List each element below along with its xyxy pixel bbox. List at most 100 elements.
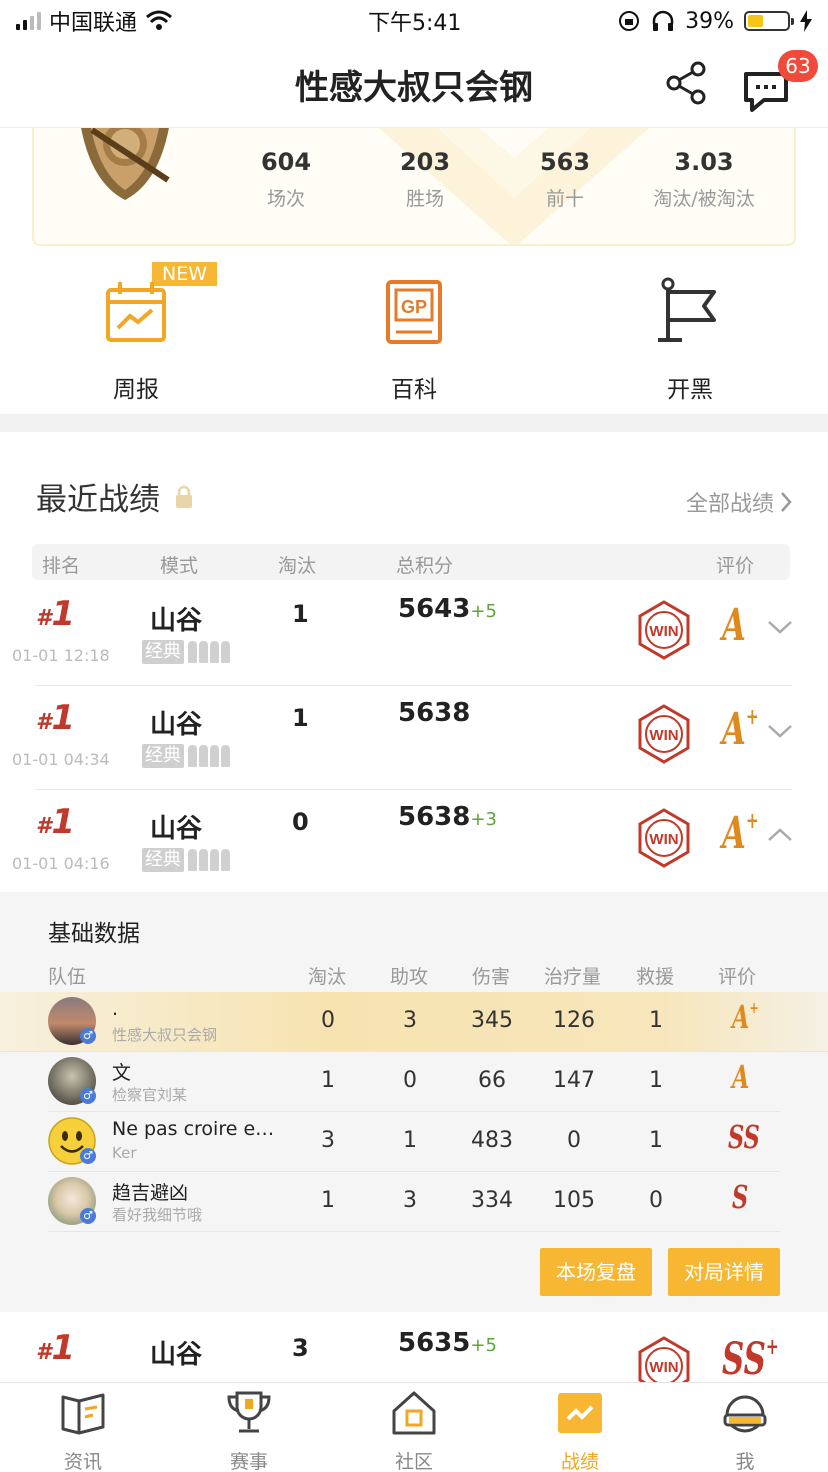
- col-rescue: 救援: [636, 966, 675, 988]
- helmet-icon: [723, 1395, 767, 1433]
- book-icon: [61, 1393, 105, 1435]
- win-text: WIN: [649, 623, 678, 640]
- chevron-down-icon[interactable]: [766, 722, 794, 740]
- player-assists: 0: [403, 1068, 417, 1093]
- clock: 下午5:41: [368, 11, 462, 36]
- mode-tag: 经典: [142, 640, 184, 664]
- player-heal: 105: [553, 1188, 595, 1213]
- rank: #1: [36, 698, 75, 738]
- shortcut-grid: NEW 周报 GP 百科 开黑: [0, 262, 828, 412]
- score: 5638: [398, 698, 470, 728]
- rank-hash: #: [36, 710, 52, 735]
- records-table-header: 排名 模式 淘汰 总积分 评价: [32, 544, 790, 580]
- record-row[interactable]: #1 01-01 04:34 山谷 经典 1 5638 WIN A+: [0, 686, 828, 790]
- kills: 0: [292, 808, 309, 836]
- player-rescue: 1: [649, 1068, 663, 1093]
- win-text: WIN: [649, 831, 678, 848]
- mode-tag: 经典: [142, 744, 184, 768]
- grade-letter: A: [722, 600, 746, 651]
- grade: A: [722, 600, 746, 651]
- player-damage: 66: [478, 1068, 506, 1093]
- grade: A+: [722, 808, 759, 859]
- rank-number: 1: [51, 1328, 75, 1368]
- record-row-expanded[interactable]: #1 01-01 04:16 山谷 经典 0 5638+3 WIN A+: [0, 790, 828, 894]
- match-detail-panel: 基础数据 队伍 淘汰 助攻 伤害 治疗量 救援 评价 ♂ . 性感大叔只会钢 0…: [0, 892, 828, 1312]
- col-kills: 淘汰: [308, 966, 347, 988]
- status-bar: 中国联通 下午5:41 39%: [0, 0, 828, 42]
- stats-card: 604 场次 203 胜场 563 前十 3.03 淘汰/被淘汰: [32, 128, 796, 246]
- tab-events[interactable]: 赛事: [194, 1389, 304, 1472]
- score-delta: +5: [470, 601, 497, 622]
- replay-button[interactable]: 本场复盘: [540, 1248, 652, 1296]
- bottom-tab-bar: 资讯 赛事 社区 战绩 我: [0, 1382, 828, 1472]
- share-icon[interactable]: [664, 60, 710, 106]
- shortcut-wiki[interactable]: GP 百科: [344, 276, 484, 404]
- home-icon: [392, 1391, 436, 1435]
- trend-chart-icon: [558, 1393, 602, 1433]
- page-title: 性感大叔只会钢: [295, 68, 533, 108]
- chevron-down-icon[interactable]: [766, 618, 794, 636]
- stat-label: 前十: [545, 188, 584, 210]
- grade-letter: A: [732, 1058, 750, 1096]
- col-kills: 淘汰: [278, 555, 317, 577]
- all-records-link[interactable]: 全部战绩: [686, 486, 792, 518]
- stat-value: 3.03: [674, 148, 734, 176]
- kills: 3: [292, 1334, 309, 1362]
- tab-me[interactable]: 我: [690, 1389, 800, 1472]
- player-name: Ne pas croire e…: [112, 1118, 275, 1140]
- stat-wins: 203 胜场: [355, 148, 495, 211]
- male-icon: ♂: [80, 1208, 96, 1224]
- match-details-button[interactable]: 对局详情: [668, 1248, 780, 1296]
- shortcut-label: 开黑: [667, 377, 713, 403]
- grade-sup: +: [745, 704, 759, 730]
- col-heal: 治疗量: [544, 966, 602, 988]
- calendar-chart-icon: [106, 282, 166, 342]
- player-id: 看好我细节哦: [112, 1206, 203, 1224]
- stat-label: 场次: [266, 188, 305, 210]
- player-assists: 1: [403, 1128, 417, 1153]
- win-stamp-icon: WIN: [638, 600, 690, 660]
- score: 5635+5: [398, 1328, 497, 1358]
- col-mode: 模式: [160, 555, 199, 577]
- stat-top10: 563 前十: [495, 148, 635, 211]
- kills: 1: [292, 600, 309, 628]
- rank-emblem-icon: [81, 128, 170, 200]
- male-icon: ♂: [80, 1088, 96, 1104]
- wifi-icon: [146, 10, 172, 30]
- player-grade: S: [732, 1178, 748, 1216]
- col-grade: 评价: [718, 966, 757, 988]
- player-row[interactable]: ♂ 趋吉避凶 看好我细节哦 1 3 334 105 0 S: [48, 1172, 780, 1232]
- shortcut-weekly-report[interactable]: 周报: [66, 276, 206, 404]
- squad-icon: [188, 849, 230, 871]
- rotation-lock-icon: [619, 11, 640, 31]
- charging-icon: [800, 10, 812, 32]
- player-grade: A+: [732, 998, 759, 1036]
- flag-icon: [658, 277, 716, 342]
- player-kills: 1: [321, 1068, 335, 1093]
- grade-letter: A: [732, 998, 750, 1036]
- player-name: .: [112, 998, 119, 1020]
- win-text: WIN: [649, 727, 678, 744]
- chevron-up-icon[interactable]: [766, 826, 794, 844]
- stat-label: 淘汰/被淘汰: [653, 188, 755, 210]
- grade: SS+: [722, 1334, 779, 1385]
- record-row[interactable]: #1 01-01 12:18 山谷 经典 1 5643+5 WIN A: [0, 582, 828, 686]
- mode: 经典: [142, 640, 230, 664]
- player-row[interactable]: ♂ Ne pas croire e… Ker 3 1 483 0 1 SS: [48, 1112, 780, 1172]
- squad-icon: [188, 745, 230, 767]
- match-time: 01-01 04:16: [12, 854, 110, 873]
- tab-community[interactable]: 社区: [359, 1389, 469, 1472]
- player-row-self[interactable]: ♂ . 性感大叔只会钢 0 3 345 126 1 A+: [0, 992, 828, 1052]
- grade-letter: SS: [722, 1334, 766, 1385]
- player-row[interactable]: ♂ 文 检察官刘某 1 0 66 147 1 A: [48, 1052, 780, 1112]
- shortcut-team-up[interactable]: 开黑: [620, 276, 760, 404]
- player-id: Ker: [112, 1144, 137, 1162]
- win-stamp-icon: WIN: [638, 808, 690, 868]
- player-heal: 147: [553, 1068, 595, 1093]
- tab-news[interactable]: 资讯: [28, 1389, 138, 1472]
- tab-records[interactable]: 战绩: [525, 1389, 635, 1472]
- win-stamp-icon: WIN: [638, 704, 690, 764]
- grade-sup: +: [765, 1334, 779, 1360]
- chevron-right-icon: [781, 492, 792, 512]
- recent-section-title: 最近战绩: [36, 474, 194, 519]
